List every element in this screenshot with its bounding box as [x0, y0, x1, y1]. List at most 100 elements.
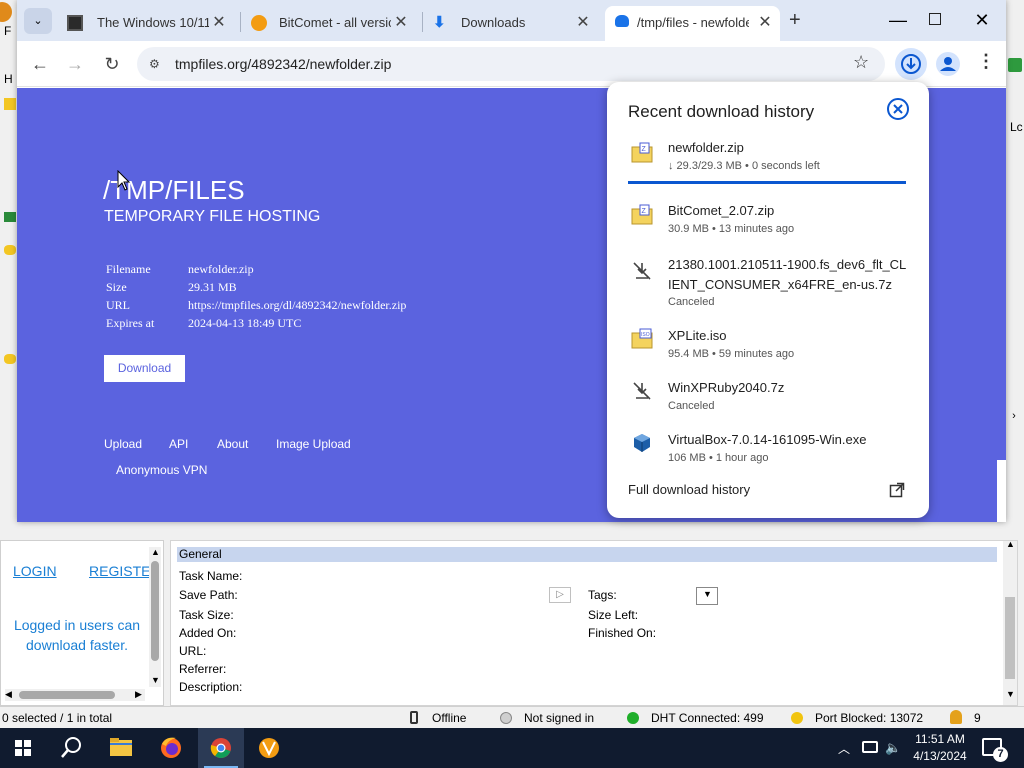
minimize-button[interactable]: —: [883, 5, 913, 35]
info-scroll-down-icon[interactable]: ▼: [1006, 689, 1015, 699]
tab-close-icon[interactable]: ✕: [391, 13, 411, 33]
maximize-button[interactable]: [929, 13, 941, 25]
bell-icon[interactable]: [950, 710, 962, 724]
bitcomet-left-panel: LOGIN REGISTER Logged in users can downl…: [0, 540, 164, 706]
info-vscroll-thumb[interactable]: [1005, 597, 1015, 679]
footer-link-about[interactable]: About: [217, 437, 248, 451]
popup-close-button[interactable]: [886, 97, 910, 121]
download-item[interactable]: Z BitComet_2.07.zip 30.9 MB • 13 minutes…: [607, 200, 929, 244]
tab-bitcomet[interactable]: BitComet - all versio ✕: [241, 6, 421, 41]
menu-button[interactable]: ⋮: [977, 51, 995, 72]
user-status-icon: [500, 712, 512, 724]
chrome-taskbar-button[interactable]: [198, 728, 244, 768]
start-button[interactable]: [0, 728, 46, 768]
full-download-history-link[interactable]: Full download history: [628, 482, 750, 497]
footer-link-api[interactable]: API: [169, 437, 188, 451]
bookmark-star-icon[interactable]: ☆: [853, 52, 869, 73]
download-item[interactable]: WinXPRuby2040.7z Canceled: [607, 378, 929, 420]
left-hscroll-thumb[interactable]: [19, 691, 115, 699]
download-filename: WinXPRuby2040.7z: [668, 380, 785, 395]
downloads-button[interactable]: [895, 48, 927, 80]
download-button[interactable]: Download: [104, 355, 185, 382]
meta-value: 2024-04-13 18:49 UTC: [188, 316, 302, 330]
reload-icon: ↻: [104, 54, 120, 74]
tab-search-button[interactable]: ⌄: [24, 8, 52, 34]
tab-tmpfiles[interactable]: /tmp/files - newfolde ✕: [605, 6, 780, 41]
info-vscroll[interactable]: ▲ ▼: [1003, 539, 1017, 705]
bitcomet-tag-icon: [4, 212, 16, 222]
sign-in-status[interactable]: Not signed in: [524, 711, 594, 725]
left-panel-vscroll[interactable]: ▲ ▼: [149, 547, 161, 687]
download-item[interactable]: Z newfolder.zip ↓ 29.3/29.3 MB • 0 secon…: [607, 138, 929, 188]
bitcomet-green-arrow-icon[interactable]: [1008, 58, 1022, 72]
action-center-icon[interactable]: 7: [982, 738, 1008, 762]
scroll-down-icon[interactable]: ▼: [151, 675, 160, 685]
download-item[interactable]: ISO XPLite.iso 95.4 MB • 59 minutes ago: [607, 326, 929, 368]
back-button[interactable]: ←: [25, 49, 55, 79]
bitcomet-status-bar: 0 selected / 1 in total Offline Not sign…: [0, 706, 1024, 728]
tab-close-icon[interactable]: ✕: [755, 13, 775, 33]
url-label: URL:: [179, 644, 207, 658]
download-filename: VirtualBox-7.0.14-161095-Win.exe: [668, 432, 867, 447]
footer-link-vpn[interactable]: Anonymous VPN: [116, 463, 207, 477]
tab-close-icon[interactable]: ✕: [209, 13, 229, 33]
info-section-header: General: [177, 547, 997, 562]
bitcomet-scroll-right-icon[interactable]: ›: [1006, 410, 1022, 426]
download-progress-track: [628, 181, 906, 184]
meta-value[interactable]: https://tmpfiles.org/dl/4892342/newfolde…: [188, 298, 406, 316]
tab-strip: ⌄ The Windows 10/11 ✕ BitComet - all ver…: [17, 0, 1006, 41]
new-tab-button[interactable]: +: [789, 9, 801, 32]
window-close-button[interactable]: ✕: [967, 5, 997, 35]
bitcomet-menu-fragment[interactable]: F: [4, 24, 11, 38]
open-in-new-icon[interactable]: [889, 482, 905, 498]
scroll-left-icon[interactable]: ◀: [5, 689, 12, 700]
meta-row: Size 29.31 MB: [106, 280, 406, 298]
url-text: tmpfiles.org/4892342/newfolder.zip: [175, 56, 392, 72]
left-vscroll-thumb[interactable]: [151, 561, 159, 661]
tags-dropdown[interactable]: ▼: [696, 587, 718, 605]
profile-button[interactable]: [935, 51, 961, 77]
tab-title: /tmp/files - newfolde: [637, 15, 749, 30]
download-status: Canceled: [668, 400, 715, 412]
site-settings-icon[interactable]: ⚙: [149, 57, 163, 71]
dht-status[interactable]: DHT Connected: 499: [651, 711, 764, 725]
tab-close-icon[interactable]: ✕: [573, 13, 593, 33]
svg-text:Z: Z: [642, 146, 647, 153]
download-item[interactable]: VirtualBox-7.0.14-161095-Win.exe 106 MB …: [607, 430, 929, 472]
arrow-right-icon: →: [66, 54, 84, 74]
taskbar-clock[interactable]: 11:51 AM 4/13/2024: [902, 731, 978, 765]
scroll-up-icon[interactable]: ▲: [151, 547, 160, 557]
selection-count: 0 selected / 1 in total: [2, 711, 113, 725]
meta-value: 29.31 MB: [188, 280, 237, 294]
login-link[interactable]: LOGIN: [13, 563, 57, 579]
footer-link-upload[interactable]: Upload: [104, 437, 142, 451]
left-panel-hscroll[interactable]: ◀ ▶: [5, 689, 145, 701]
info-scroll-up-icon[interactable]: ▲: [1006, 539, 1015, 549]
tab-title: Downloads: [461, 15, 526, 30]
canceled-download-icon: [633, 262, 651, 280]
download-item[interactable]: 21380.1001.210511-1900.fs_dev6_flt_CLIEN…: [607, 254, 929, 310]
mouse-cursor-icon: [117, 170, 131, 191]
forward-button[interactable]: →: [60, 49, 90, 79]
tab-windows[interactable]: The Windows 10/11 ✕: [59, 6, 239, 41]
tab-downloads[interactable]: ⬇ Downloads ✕: [423, 6, 603, 41]
register-link[interactable]: REGISTER: [89, 563, 149, 579]
address-bar[interactable]: ⚙ tmpfiles.org/4892342/newfolder.zip ☆: [137, 47, 885, 81]
bitcomet-taskbar-button[interactable]: [246, 728, 292, 768]
volume-icon[interactable]: 🔈: [885, 740, 901, 756]
show-hidden-icons-icon[interactable]: ︿: [838, 740, 850, 757]
firefox-taskbar-button[interactable]: [148, 728, 194, 768]
port-status[interactable]: Port Blocked: 13072: [815, 711, 923, 725]
scroll-right-icon[interactable]: ▶: [135, 689, 142, 700]
meta-label: Expires at: [106, 316, 155, 330]
file-explorer-taskbar-button[interactable]: [98, 728, 144, 768]
offline-status[interactable]: Offline: [432, 711, 466, 725]
reload-button[interactable]: ↻: [97, 49, 127, 79]
footer-link-image-upload[interactable]: Image Upload: [276, 437, 351, 451]
network-icon[interactable]: [862, 741, 878, 753]
play-icon[interactable]: ▷: [549, 587, 571, 603]
meta-value: newfolder.zip: [188, 262, 254, 276]
meta-row: Expires at 2024-04-13 18:49 UTC: [106, 316, 406, 334]
download-status: 30.9 MB • 13 minutes ago: [668, 223, 795, 235]
search-button[interactable]: [48, 728, 94, 768]
